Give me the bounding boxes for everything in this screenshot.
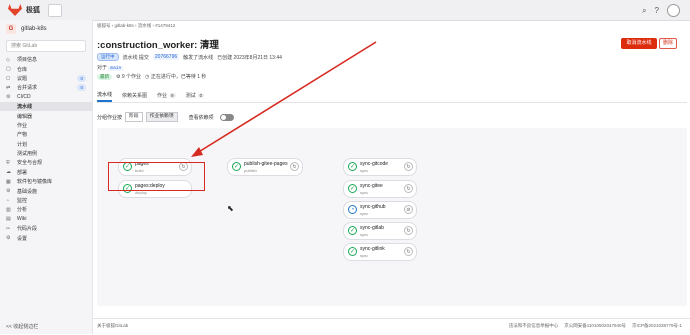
mouse-cursor-icon: ⬉ <box>227 204 234 213</box>
icp-link-2[interactable]: 京ICP备2021038779号-1 <box>632 323 682 329</box>
icp-link-1[interactable]: 京公网安备11010502047940号 <box>564 323 626 329</box>
annotation-arrow <box>191 41 377 157</box>
about-link[interactable]: 关于极狐GitLab <box>97 323 128 329</box>
report-link[interactable]: 违法和不良信息举报中心 <box>509 323 559 329</box>
footer: 关于极狐GitLab 违法和不良信息举报中心 京公网安备110105020479… <box>93 318 690 335</box>
